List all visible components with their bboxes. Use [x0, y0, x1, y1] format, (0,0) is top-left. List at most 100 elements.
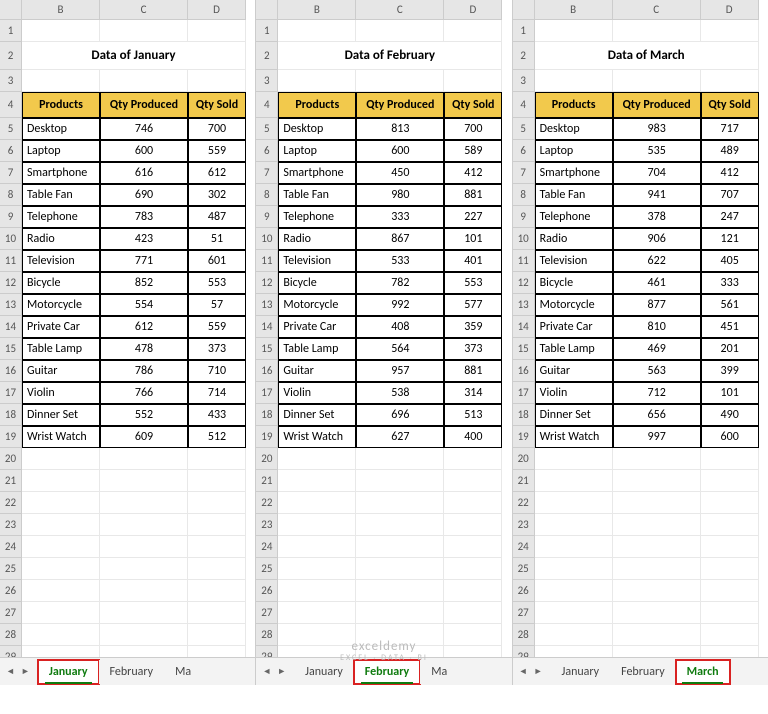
cell-qty-produced[interactable]: 461 — [613, 272, 701, 294]
cell-product[interactable]: Telephone — [535, 206, 613, 228]
cell-qty-produced[interactable]: 786 — [100, 360, 188, 382]
sheet-tab[interactable]: March — [676, 660, 730, 684]
cell-product[interactable]: Smartphone — [278, 162, 356, 184]
col-header[interactable]: B — [535, 0, 613, 20]
cell-qty-sold[interactable]: 399 — [701, 360, 759, 382]
cell-qty-sold[interactable]: 487 — [188, 206, 246, 228]
row-header[interactable]: 14 — [0, 316, 22, 338]
row-header[interactable]: 13 — [513, 294, 535, 316]
cell-qty-sold[interactable]: 201 — [701, 338, 759, 360]
empty-cell[interactable] — [22, 20, 100, 42]
col-header[interactable]: B — [22, 0, 100, 20]
cell-qty-produced[interactable]: 877 — [613, 294, 701, 316]
empty-cell[interactable] — [100, 536, 188, 558]
cell-product[interactable]: Desktop — [535, 118, 613, 140]
empty-cell[interactable] — [535, 536, 613, 558]
cell-qty-produced[interactable]: 538 — [356, 382, 444, 404]
sheet-tab[interactable]: January — [38, 660, 99, 684]
row-header[interactable]: 26 — [256, 580, 278, 602]
empty-cell[interactable] — [701, 470, 759, 492]
row-header[interactable]: 8 — [0, 184, 22, 206]
empty-cell[interactable] — [100, 558, 188, 580]
empty-cell[interactable] — [188, 70, 246, 92]
empty-cell[interactable] — [100, 448, 188, 470]
row-header[interactable]: 27 — [256, 602, 278, 624]
empty-cell[interactable] — [444, 70, 502, 92]
cell-product[interactable]: Laptop — [535, 140, 613, 162]
empty-cell[interactable] — [188, 558, 246, 580]
row-header[interactable]: 27 — [0, 602, 22, 624]
cell-qty-produced[interactable]: 957 — [356, 360, 444, 382]
cell-qty-produced[interactable]: 378 — [613, 206, 701, 228]
cell-qty-sold[interactable]: 433 — [188, 404, 246, 426]
cell-product[interactable]: Laptop — [278, 140, 356, 162]
row-header[interactable]: 15 — [0, 338, 22, 360]
cell-qty-produced[interactable]: 535 — [613, 140, 701, 162]
empty-cell[interactable] — [701, 580, 759, 602]
cell-product[interactable]: Table Fan — [535, 184, 613, 206]
row-header[interactable]: 8 — [513, 184, 535, 206]
empty-cell[interactable] — [356, 448, 444, 470]
cell-qty-sold[interactable]: 57 — [188, 294, 246, 316]
cell-qty-produced[interactable]: 980 — [356, 184, 444, 206]
cell-qty-sold[interactable]: 707 — [701, 184, 759, 206]
select-all-corner[interactable] — [513, 0, 535, 20]
col-header[interactable]: B — [278, 0, 356, 20]
row-header[interactable]: 19 — [0, 426, 22, 448]
cell-qty-sold[interactable]: 302 — [188, 184, 246, 206]
empty-cell[interactable] — [188, 624, 246, 646]
cell-product[interactable]: Smartphone — [22, 162, 100, 184]
empty-cell[interactable] — [278, 536, 356, 558]
col-header[interactable]: D — [701, 0, 759, 20]
cell-qty-sold[interactable]: 881 — [444, 184, 502, 206]
row-header[interactable]: 7 — [513, 162, 535, 184]
cell-qty-produced[interactable]: 941 — [613, 184, 701, 206]
row-header[interactable]: 18 — [0, 404, 22, 426]
empty-cell[interactable] — [22, 514, 100, 536]
cell-qty-sold[interactable]: 881 — [444, 360, 502, 382]
row-header[interactable]: 17 — [256, 382, 278, 404]
row-header[interactable]: 20 — [513, 448, 535, 470]
cell-qty-produced[interactable]: 656 — [613, 404, 701, 426]
row-header[interactable]: 6 — [513, 140, 535, 162]
cell-product[interactable]: Guitar — [535, 360, 613, 382]
cell-product[interactable]: Television — [535, 250, 613, 272]
empty-cell[interactable] — [444, 580, 502, 602]
empty-cell[interactable] — [278, 470, 356, 492]
cell-qty-sold[interactable]: 247 — [701, 206, 759, 228]
row-header[interactable]: 11 — [513, 250, 535, 272]
cell-product[interactable]: Table Lamp — [22, 338, 100, 360]
empty-cell[interactable] — [100, 602, 188, 624]
cell-qty-produced[interactable]: 690 — [100, 184, 188, 206]
empty-cell[interactable] — [701, 448, 759, 470]
cell-product[interactable]: Motorcycle — [535, 294, 613, 316]
cell-qty-sold[interactable]: 227 — [444, 206, 502, 228]
row-header[interactable]: 25 — [0, 558, 22, 580]
tab-nav-arrow-icon[interactable]: ◄ — [4, 666, 17, 677]
cell-product[interactable]: Radio — [278, 228, 356, 250]
cell-qty-produced[interactable]: 746 — [100, 118, 188, 140]
row-header[interactable]: 24 — [256, 536, 278, 558]
cell-product[interactable]: Dinner Set — [22, 404, 100, 426]
cell-qty-sold[interactable]: 451 — [701, 316, 759, 338]
cell-product[interactable]: Dinner Set — [278, 404, 356, 426]
empty-cell[interactable] — [278, 558, 356, 580]
row-header[interactable]: 3 — [256, 70, 278, 92]
cell-qty-produced[interactable]: 554 — [100, 294, 188, 316]
select-all-corner[interactable] — [0, 0, 22, 20]
empty-cell[interactable] — [535, 624, 613, 646]
row-header[interactable]: 4 — [513, 92, 535, 118]
cell-qty-sold[interactable]: 553 — [188, 272, 246, 294]
empty-cell[interactable] — [356, 624, 444, 646]
empty-cell[interactable] — [701, 70, 759, 92]
empty-cell[interactable] — [278, 514, 356, 536]
cell-qty-produced[interactable]: 600 — [356, 140, 444, 162]
row-header[interactable]: 20 — [0, 448, 22, 470]
cell-qty-sold[interactable]: 405 — [701, 250, 759, 272]
cell-product[interactable]: Table Lamp — [278, 338, 356, 360]
cell-product[interactable]: Telephone — [22, 206, 100, 228]
row-header[interactable]: 12 — [0, 272, 22, 294]
empty-cell[interactable] — [22, 492, 100, 514]
tab-nav-arrow-icon[interactable]: ◄ — [517, 666, 530, 677]
row-header[interactable]: 19 — [513, 426, 535, 448]
